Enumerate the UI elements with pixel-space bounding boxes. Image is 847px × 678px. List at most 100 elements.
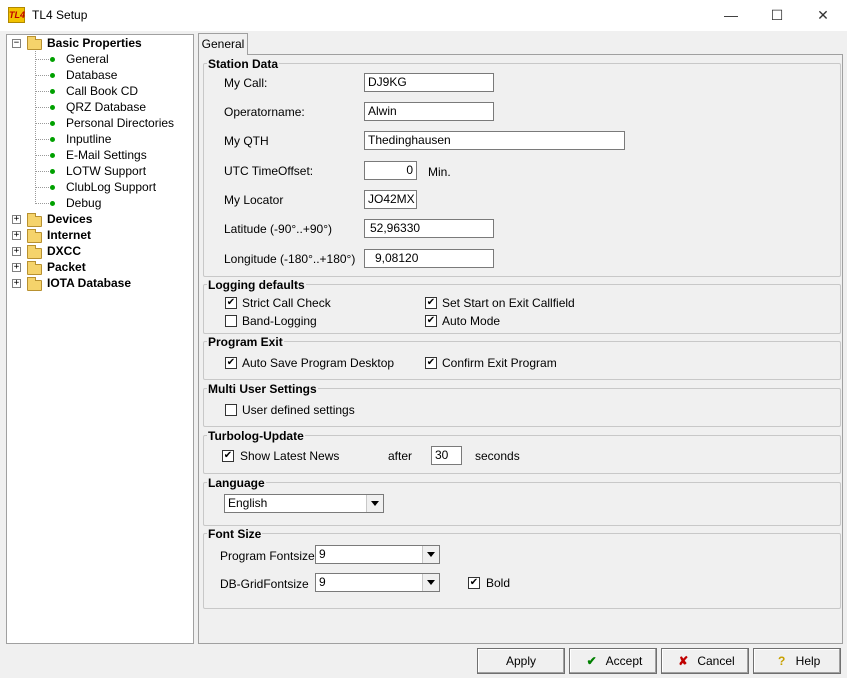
tree-item-devices[interactable]: Devices <box>47 211 92 227</box>
tree-item-call-book-cd[interactable]: Call Book CD <box>66 83 138 99</box>
longitude-label: Longitude (-180°..+180°) <box>224 252 356 266</box>
accept-button[interactable]: ✔ Accept <box>569 648 657 674</box>
utc-offset-input[interactable]: 0 <box>364 161 417 180</box>
station-data-title: Station Data <box>207 57 280 71</box>
expand-icon[interactable]: + <box>12 279 21 288</box>
tree-item-packet[interactable]: Packet <box>47 259 86 275</box>
tree-line <box>35 107 49 108</box>
locator-input[interactable]: JO42MX <box>364 190 417 209</box>
bullet-icon <box>50 121 55 126</box>
expand-icon[interactable]: + <box>12 215 21 224</box>
folder-icon <box>27 277 42 291</box>
cancel-label: Cancel <box>697 654 735 668</box>
tree-item-clublog-support[interactable]: ClubLog Support <box>66 179 156 195</box>
tree-item-general[interactable]: General <box>66 51 109 67</box>
longitude-input[interactable]: 9,08120 <box>364 249 494 268</box>
tree-line <box>35 171 49 172</box>
band-logging-checkbox[interactable] <box>225 315 237 327</box>
auto-mode-label: Auto Mode <box>442 314 501 328</box>
grid-fontsize-value: 9 <box>319 575 326 589</box>
tab-general[interactable]: General <box>198 33 248 55</box>
tree-item-iota-database[interactable]: IOTA Database <box>47 275 131 291</box>
expand-icon[interactable]: + <box>12 263 21 272</box>
bullet-icon <box>50 73 55 78</box>
open-folder-icon <box>27 36 42 50</box>
tree-item-debug[interactable]: Debug <box>66 195 101 211</box>
maximize-button[interactable]: ☐ <box>754 0 800 31</box>
tree-line <box>35 75 49 76</box>
grid-fontsize-select[interactable]: 9 <box>315 573 440 592</box>
bold-checkbox[interactable]: ✔ <box>468 577 480 589</box>
close-button[interactable]: ✕ <box>800 0 846 31</box>
auto-save-label: Auto Save Program Desktop <box>242 356 395 370</box>
auto-mode-checkbox[interactable]: ✔ <box>425 315 437 327</box>
help-button[interactable]: ? Help <box>753 648 841 674</box>
tree-line <box>35 155 49 156</box>
bullet-icon <box>50 57 55 62</box>
settings-tree: − Basic Properties General Database Call… <box>6 34 194 644</box>
folder-icon <box>27 229 42 243</box>
latitude-input[interactable]: 52,96330 <box>364 219 494 238</box>
user-defined-checkbox[interactable] <box>225 404 237 416</box>
set-start-checkbox[interactable]: ✔ <box>425 297 437 309</box>
tree-line <box>35 51 36 204</box>
font-size-group <box>203 533 841 609</box>
bullet-icon <box>50 89 55 94</box>
utc-unit-label: Min. <box>428 165 451 179</box>
band-logging-label: Band-Logging <box>242 314 317 328</box>
tree-item-dxcc[interactable]: DXCC <box>47 243 81 259</box>
apply-button[interactable]: Apply <box>477 648 565 674</box>
strict-call-check-checkbox[interactable]: ✔ <box>225 297 237 309</box>
tree-item-personal-directories[interactable]: Personal Directories <box>66 115 174 131</box>
operator-input[interactable]: Alwin <box>364 102 494 121</box>
confirm-exit-checkbox[interactable]: ✔ <box>425 357 437 369</box>
my-call-label: My Call: <box>224 76 268 90</box>
cancel-button[interactable]: ✘ Cancel <box>661 648 749 674</box>
chevron-down-icon[interactable] <box>366 495 383 512</box>
window-title: TL4 Setup <box>32 8 88 22</box>
tree-item-inputline[interactable]: Inputline <box>66 131 111 147</box>
tree-item-internet[interactable]: Internet <box>47 227 91 243</box>
my-call-input[interactable]: DJ9KG <box>364 73 494 92</box>
language-select[interactable]: English <box>224 494 384 513</box>
bullet-icon <box>50 153 55 158</box>
locator-label: My Locator <box>224 193 284 207</box>
tree-item-database[interactable]: Database <box>66 67 117 83</box>
update-seconds-input[interactable]: 30 <box>431 446 462 465</box>
app-icon: TL4 <box>8 7 25 23</box>
qth-input[interactable]: Thedinghausen <box>364 131 625 150</box>
tree-line <box>35 91 49 92</box>
font-size-title: Font Size <box>207 527 263 541</box>
expand-icon[interactable]: + <box>12 231 21 240</box>
auto-save-checkbox[interactable]: ✔ <box>225 357 237 369</box>
program-fontsize-label: Program Fontsize <box>220 549 315 563</box>
chevron-down-icon[interactable] <box>422 546 439 563</box>
tree-line <box>35 187 49 188</box>
show-news-checkbox[interactable]: ✔ <box>222 450 234 462</box>
apply-label: Apply <box>505 654 537 668</box>
language-value: English <box>228 496 268 510</box>
minimize-button[interactable]: — <box>708 0 754 31</box>
bullet-icon <box>50 137 55 142</box>
folder-icon <box>27 213 42 227</box>
after-label: after <box>388 449 413 463</box>
strict-call-check-label: Strict Call Check <box>242 296 331 310</box>
tree-line <box>35 203 49 204</box>
help-label: Help <box>795 654 821 668</box>
bullet-icon <box>50 169 55 174</box>
chevron-down-icon[interactable] <box>422 574 439 591</box>
tree-item-lotw-support[interactable]: LOTW Support <box>66 163 146 179</box>
tree-item-qrz-database[interactable]: QRZ Database <box>66 99 146 115</box>
seconds-label: seconds <box>475 449 520 463</box>
collapse-icon[interactable]: − <box>12 39 21 48</box>
program-fontsize-select[interactable]: 9 <box>315 545 440 564</box>
tree-item-basic-properties[interactable]: Basic Properties <box>47 35 142 51</box>
tree-item-email-settings[interactable]: E-Mail Settings <box>66 147 147 163</box>
utc-offset-label: UTC TimeOffset: <box>224 164 314 178</box>
checkmark-icon: ✔ <box>586 654 597 668</box>
turbolog-update-title: Turbolog-Update <box>207 429 305 443</box>
language-title: Language <box>207 476 266 490</box>
confirm-exit-label: Confirm Exit Program <box>442 356 557 370</box>
folder-icon <box>27 261 42 275</box>
expand-icon[interactable]: + <box>12 247 21 256</box>
